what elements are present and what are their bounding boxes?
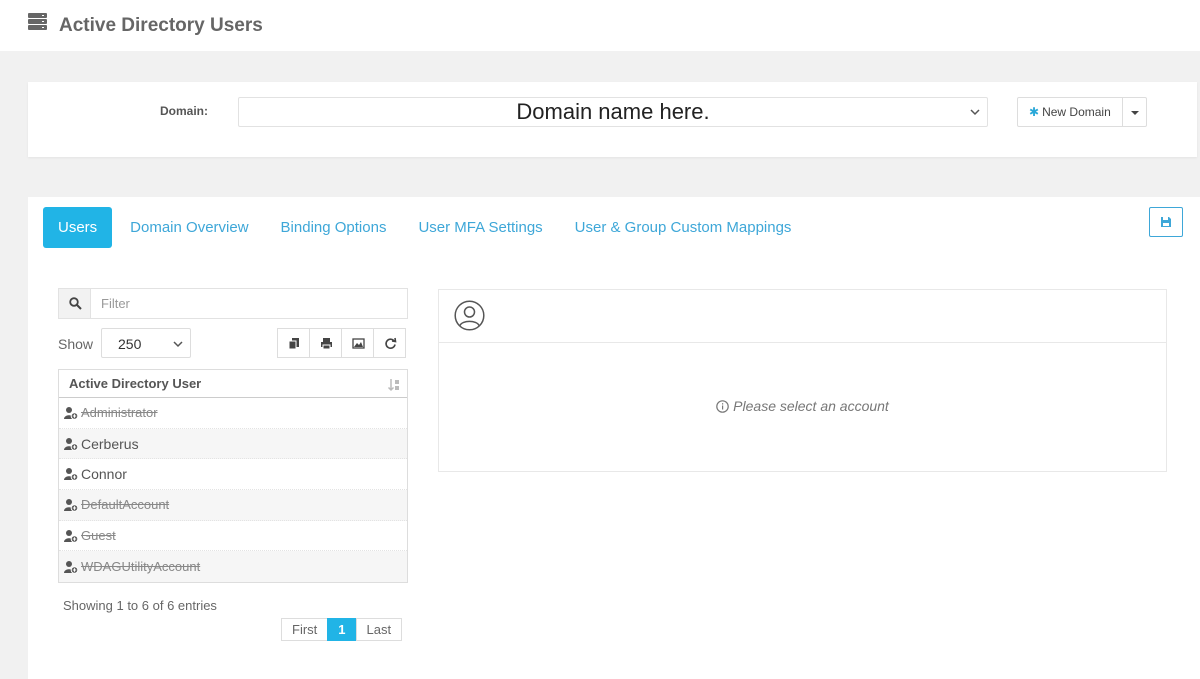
- copy-button[interactable]: [277, 328, 310, 358]
- save-button[interactable]: [1149, 207, 1183, 237]
- page-title: Active Directory Users: [59, 15, 263, 36]
- table-toolbar: [277, 328, 406, 358]
- tab-binding-options[interactable]: Binding Options: [265, 207, 403, 248]
- main-panel: Users Domain Overview Binding Options Us…: [28, 197, 1200, 679]
- search-addon: [59, 289, 91, 318]
- account-detail-header: [439, 290, 1166, 343]
- table-row[interactable]: WDAGUtilityAccount: [59, 551, 407, 583]
- table-body: Administrator Cerberus Connor DefaultAccoun…: [59, 398, 407, 583]
- filter-box: [58, 288, 408, 319]
- refresh-icon: [385, 337, 397, 349]
- user-name: Connor: [81, 466, 127, 483]
- new-domain-label: New Domain: [1042, 105, 1111, 119]
- user-icon: [64, 560, 79, 574]
- user-name: Cerberus: [81, 435, 139, 452]
- print-icon: [321, 338, 332, 350]
- user-name: WDAGUtilityAccount: [81, 559, 201, 575]
- table-row[interactable]: Guest: [59, 521, 407, 552]
- user-name: DefaultAccount: [81, 497, 170, 513]
- sort-icon: [387, 379, 399, 392]
- tab-domain-overview[interactable]: Domain Overview: [114, 207, 264, 248]
- gear-icon: ✱: [1029, 105, 1040, 119]
- user-icon: [64, 498, 79, 512]
- copy-icon: [288, 338, 299, 350]
- tab-user-mfa-settings[interactable]: User MFA Settings: [402, 207, 558, 248]
- user-icon: [64, 406, 79, 420]
- table-info: Showing 1 to 6 of 6 entries: [63, 598, 217, 613]
- server-icon: [28, 13, 47, 31]
- new-domain-button[interactable]: ✱ New Domain: [1017, 97, 1123, 127]
- user-icon: [64, 437, 79, 451]
- page-current[interactable]: 1: [327, 618, 357, 641]
- table-row[interactable]: Connor: [59, 459, 407, 491]
- page-size-select[interactable]: 250: [101, 328, 191, 358]
- user-name: Guest: [81, 528, 116, 544]
- show-label: Show: [58, 336, 94, 352]
- page-last[interactable]: Last: [355, 618, 403, 641]
- chevron-down-icon: [970, 109, 980, 116]
- column-header[interactable]: Active Directory User: [59, 370, 407, 398]
- page-size-value: 250: [118, 336, 142, 352]
- domain-panel: Domain: Domain name here. ✱ New Domain: [28, 82, 1197, 157]
- domain-label: Domain:: [160, 104, 208, 118]
- tab-custom-mappings[interactable]: User & Group Custom Mappings: [559, 207, 808, 248]
- image-export-button[interactable]: [341, 328, 374, 358]
- save-icon: [1161, 217, 1171, 227]
- tab-bar: Users Domain Overview Binding Options Us…: [43, 207, 807, 248]
- refresh-button[interactable]: [373, 328, 406, 358]
- info-icon: [716, 400, 729, 413]
- domain-select[interactable]: Domain name here.: [238, 97, 988, 127]
- user-icon: [64, 529, 79, 543]
- user-avatar-icon: [454, 300, 485, 331]
- users-table: Active Directory User Administrator Cerbe…: [58, 369, 408, 584]
- user-icon: [64, 468, 79, 482]
- table-row[interactable]: DefaultAccount: [59, 490, 407, 521]
- search-icon: [69, 297, 82, 310]
- page-first[interactable]: First: [281, 618, 329, 641]
- chevron-down-icon: [173, 341, 183, 348]
- empty-state-message: Please select an account: [439, 398, 1166, 414]
- table-row[interactable]: Cerberus: [59, 428, 407, 460]
- account-detail-panel: Please select an account: [438, 289, 1167, 472]
- table-row[interactable]: Administrator: [59, 398, 407, 429]
- tab-users[interactable]: Users: [43, 207, 113, 248]
- empty-state-text: Please select an account: [733, 398, 889, 414]
- pagination: First 1 Last: [281, 618, 403, 641]
- column-header-label: Active Directory User: [69, 376, 202, 391]
- image-icon: [352, 338, 365, 349]
- domain-select-value: Domain name here.: [516, 99, 710, 124]
- new-domain-dropdown-button[interactable]: [1122, 97, 1147, 127]
- print-button[interactable]: [309, 328, 342, 358]
- user-name: Administrator: [81, 405, 158, 421]
- filter-input[interactable]: [92, 289, 407, 318]
- page-header: Active Directory Users: [0, 0, 1200, 51]
